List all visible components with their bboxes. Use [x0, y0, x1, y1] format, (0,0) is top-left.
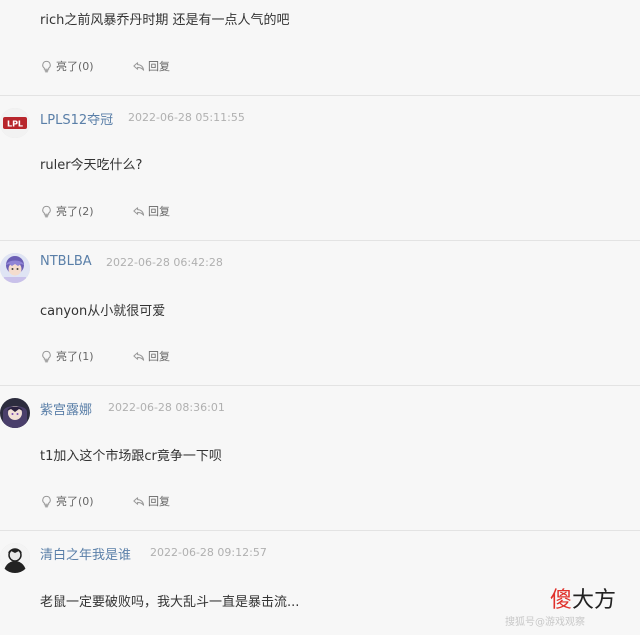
avatar[interactable]	[0, 543, 30, 573]
avatar[interactable]	[0, 253, 30, 283]
reply-button[interactable]: 回复	[132, 203, 170, 219]
timestamp: 2022-06-28 09:12:57	[150, 546, 267, 559]
timestamp: 2022-06-28 08:36:01	[108, 401, 225, 414]
reply-button[interactable]: 回复	[132, 493, 170, 509]
username[interactable]: 清白之年我是谁	[40, 544, 131, 563]
divider	[0, 385, 640, 386]
divider	[0, 240, 640, 241]
like-icon	[40, 205, 53, 218]
username[interactable]: 紫宫露娜	[40, 399, 92, 418]
comment-text: ruler今天吃什么?	[40, 158, 143, 173]
like-button[interactable]: 亮了(0)	[40, 493, 94, 509]
comment-text: 老鼠一定要破败吗，我大乱斗一直是暴击流...	[40, 595, 300, 610]
watermark-subtext: 搜狐号@游戏观察	[505, 617, 585, 628]
comment-text: canyon从小就很可爱	[40, 304, 166, 319]
like-button[interactable]: 亮了(0)	[40, 58, 94, 74]
reply-button[interactable]: 回复	[132, 348, 170, 364]
divider	[0, 95, 640, 96]
comment-text: t1加入这个市场跟cr竟争一下呗	[40, 449, 222, 464]
comment-text: rich之前风暴乔丹时期 还是有一点人气的吧	[40, 13, 290, 28]
avatar-text: LPL	[7, 120, 23, 129]
reply-label: 回复	[148, 60, 170, 73]
like-label: 亮了(2)	[56, 205, 94, 218]
reply-icon	[132, 205, 145, 218]
username[interactable]: NTBLBA	[40, 254, 92, 269]
like-icon	[40, 495, 53, 508]
avatar[interactable]	[0, 398, 30, 428]
watermark-logo: 傻大方	[550, 588, 617, 613]
timestamp: 2022-06-28 06:42:28	[106, 256, 223, 269]
like-label: 亮了(0)	[56, 495, 94, 508]
divider	[0, 530, 640, 531]
like-label: 亮了(1)	[56, 350, 94, 363]
timestamp: 2022-06-28 05:11:55	[128, 111, 245, 124]
reply-icon	[132, 495, 145, 508]
like-button[interactable]: 亮了(2)	[40, 203, 94, 219]
like-icon	[40, 350, 53, 363]
reply-icon	[132, 350, 145, 363]
reply-label: 回复	[148, 495, 170, 508]
username[interactable]: LPLS12夺冠	[40, 109, 113, 128]
like-button[interactable]: 亮了(1)	[40, 348, 94, 364]
like-label: 亮了(0)	[56, 60, 94, 73]
reply-icon	[132, 60, 145, 73]
avatar[interactable]: LPL	[0, 108, 30, 138]
reply-button[interactable]: 回复	[132, 58, 170, 74]
like-icon	[40, 60, 53, 73]
reply-label: 回复	[148, 350, 170, 363]
reply-label: 回复	[148, 205, 170, 218]
